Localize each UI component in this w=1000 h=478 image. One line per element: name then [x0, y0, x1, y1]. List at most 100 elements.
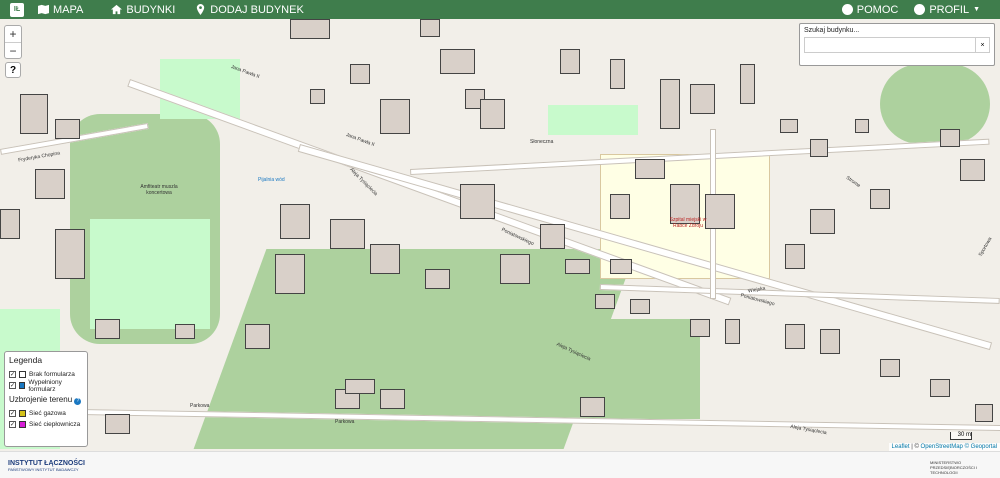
nav-profil[interactable]: PROFIL ▼ — [906, 0, 988, 19]
building[interactable] — [880, 359, 900, 377]
nav-budynki-label: BUDYNKI — [126, 3, 176, 16]
footer: INSTYTUT ŁĄCZNOŚCI PAŃSTWOWY INSTYTUT BA… — [0, 451, 1000, 478]
zoom-control: + − — [4, 25, 22, 59]
zoom-out-button[interactable]: − — [5, 42, 21, 58]
building-search-input[interactable] — [805, 38, 975, 52]
legend-item-label: Brak formularza — [29, 371, 75, 378]
building[interactable] — [740, 64, 755, 104]
org-subtitle: PAŃSTWOWY INSTYTUT BADAWCZY — [8, 467, 79, 472]
building[interactable] — [105, 414, 130, 434]
street-label: Fryderyka Chopina — [17, 150, 61, 164]
legend-layer[interactable]: ✓ Sieć ciepłownicza — [9, 419, 83, 430]
legend-item[interactable]: ✓ Wypełniony formularz — [9, 378, 83, 393]
building[interactable] — [660, 79, 680, 129]
building[interactable] — [350, 64, 370, 84]
building[interactable] — [855, 119, 869, 133]
checkbox-checked-icon[interactable]: ✓ — [9, 410, 16, 417]
building[interactable] — [480, 99, 505, 129]
building[interactable] — [565, 259, 590, 274]
street-label: Jana Pawła II — [344, 132, 376, 148]
building[interactable] — [500, 254, 530, 284]
building[interactable] — [245, 324, 270, 349]
building[interactable] — [610, 194, 630, 219]
building[interactable] — [810, 209, 835, 234]
building[interactable] — [370, 244, 400, 274]
nav-dodaj-budynek[interactable]: DODAJ BUDYNEK — [187, 0, 312, 19]
building[interactable] — [580, 397, 605, 417]
building[interactable] — [635, 159, 665, 179]
legend-item-label: Wypełniony formularz — [28, 378, 62, 393]
legend-layer-label: Sieć gazowa — [29, 410, 66, 417]
building[interactable] — [960, 159, 985, 181]
zoom-in-button[interactable]: + — [5, 26, 21, 42]
checkbox-checked-icon[interactable]: ✓ — [9, 382, 16, 389]
building[interactable] — [930, 379, 950, 397]
building[interactable] — [35, 169, 65, 199]
building[interactable] — [610, 59, 625, 89]
building[interactable] — [460, 184, 495, 219]
legend-swatch — [19, 371, 26, 378]
building[interactable] — [630, 299, 650, 314]
building[interactable] — [55, 229, 85, 279]
leaflet-link[interactable]: Leaflet — [892, 444, 910, 450]
building[interactable] — [380, 389, 405, 409]
building[interactable] — [0, 209, 20, 239]
building[interactable] — [870, 189, 890, 209]
checkbox-checked-icon[interactable]: ✓ — [9, 421, 16, 428]
building[interactable] — [290, 19, 330, 39]
building[interactable] — [345, 379, 375, 394]
building[interactable] — [20, 94, 48, 134]
nav-budynki[interactable]: BUDYNKI — [103, 0, 183, 19]
home-icon — [111, 4, 123, 15]
nav-pomoc-label: POMOC — [856, 3, 899, 16]
map-canvas[interactable]: Fryderyka Chopina Jana Pawła II Jana Paw… — [0, 19, 1000, 451]
info-circle-icon[interactable]: ? — [74, 398, 82, 405]
building[interactable] — [690, 319, 710, 337]
building[interactable] — [975, 404, 993, 422]
street-label: Sportowa — [977, 236, 994, 258]
building[interactable] — [425, 269, 450, 289]
building[interactable] — [785, 324, 805, 349]
building[interactable] — [440, 49, 475, 74]
nav-mapa-label: MAPA — [53, 3, 84, 16]
legend-layer[interactable]: ✓ Sieć gazowa — [9, 408, 83, 419]
building[interactable] — [595, 294, 615, 309]
building[interactable] — [705, 194, 735, 229]
geoportal-link[interactable]: © Geoportal — [965, 444, 997, 450]
building[interactable] — [610, 259, 632, 274]
building[interactable] — [690, 84, 715, 114]
poi-label: Amfiteatr muszla koncertowa — [140, 184, 178, 196]
building[interactable] — [175, 324, 195, 339]
building[interactable] — [780, 119, 798, 133]
building[interactable] — [810, 139, 828, 157]
clear-search-button[interactable]: × — [975, 38, 989, 52]
park-area — [90, 219, 210, 329]
building[interactable] — [95, 319, 120, 339]
building[interactable] — [55, 119, 80, 139]
legend-swatch — [19, 421, 26, 428]
org-name: INSTYTUT ŁĄCZNOŚCI — [8, 460, 85, 467]
building[interactable] — [785, 244, 805, 269]
help-button[interactable]: ? — [5, 62, 21, 78]
building[interactable] — [540, 224, 565, 249]
building[interactable] — [725, 319, 740, 344]
building[interactable] — [420, 19, 440, 37]
nav-mapa[interactable]: MAPA — [30, 0, 91, 19]
app-logo-icon[interactable]: IŁ — [10, 2, 24, 17]
building[interactable] — [560, 49, 580, 74]
building[interactable] — [820, 329, 840, 354]
building[interactable] — [280, 204, 310, 239]
caret-down-icon: ▼ — [973, 6, 980, 13]
building[interactable] — [380, 99, 410, 134]
building[interactable] — [310, 89, 325, 104]
checkbox-checked-icon[interactable]: ✓ — [9, 371, 16, 378]
building[interactable] — [275, 254, 305, 294]
nav-pomoc[interactable]: POMOC — [834, 0, 907, 19]
legend-section-label: Uzbrojenie terenu — [9, 395, 73, 404]
building[interactable] — [330, 219, 365, 249]
osm-link[interactable]: OpenStreetMap — [921, 444, 963, 450]
question-circle-icon — [841, 4, 853, 15]
building[interactable] — [940, 129, 960, 147]
search-label: Szukaj budynku... — [804, 27, 860, 34]
org-logo: INSTYTUT ŁĄCZNOŚCI PAŃSTWOWY INSTYTUT BA… — [8, 460, 85, 472]
